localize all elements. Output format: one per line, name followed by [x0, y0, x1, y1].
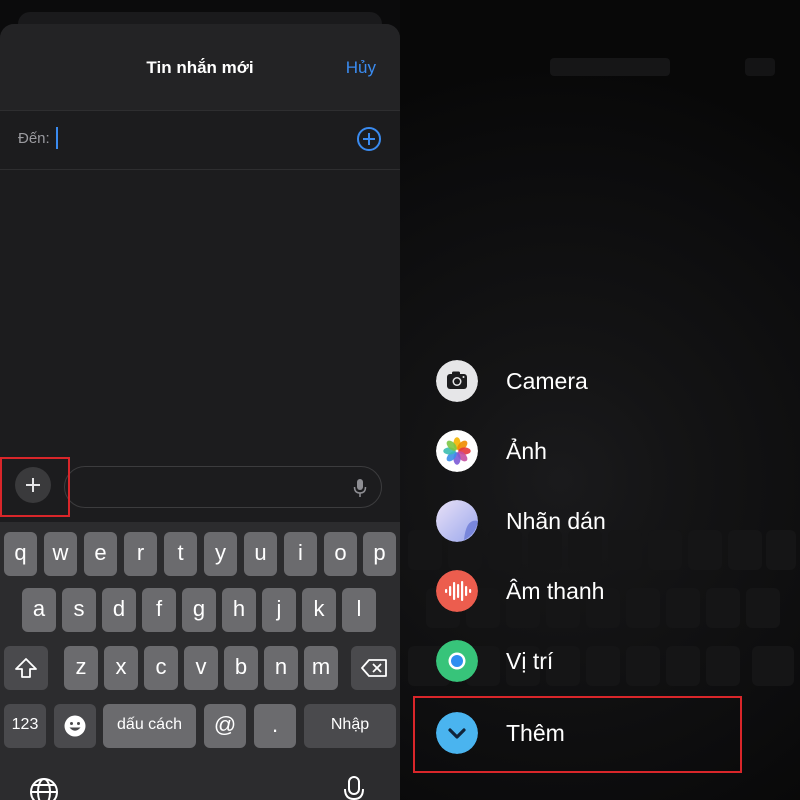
key-g[interactable]: g	[182, 588, 216, 632]
key-a[interactable]: a	[22, 588, 56, 632]
key-p[interactable]: p	[363, 532, 396, 576]
key-d[interactable]: d	[102, 588, 136, 632]
delete-key[interactable]	[351, 646, 396, 690]
key-v[interactable]: v	[184, 646, 218, 690]
recipient-input[interactable]	[56, 127, 58, 149]
shift-key[interactable]	[4, 646, 48, 690]
menu-label: Camera	[506, 368, 588, 394]
key-j[interactable]: j	[262, 588, 296, 632]
key-k[interactable]: k	[302, 588, 336, 632]
plus-button-highlight	[0, 457, 70, 517]
numbers-key[interactable]: 123	[4, 704, 46, 748]
sheet-header: Tin nhắn mới Hủy	[0, 24, 400, 110]
blurred-title	[550, 58, 670, 76]
key-w[interactable]: w	[44, 532, 77, 576]
recipient-row: Đến:	[0, 110, 400, 170]
mic-icon[interactable]	[353, 478, 367, 498]
key-t[interactable]: t	[164, 532, 197, 576]
key-m[interactable]: m	[304, 646, 338, 690]
audio-icon	[436, 570, 478, 612]
key-c[interactable]: c	[144, 646, 178, 690]
new-message-screen: Tin nhắn mới Hủy Đến: q w e r t y u i o …	[0, 0, 400, 800]
key-n[interactable]: n	[264, 646, 298, 690]
shift-icon	[15, 658, 37, 678]
key-h[interactable]: h	[222, 588, 256, 632]
recipient-label: Đến:	[18, 130, 50, 147]
key-z[interactable]: z	[64, 646, 98, 690]
emoji-key[interactable]	[54, 704, 96, 748]
photos-icon	[436, 430, 478, 472]
backspace-icon	[360, 659, 387, 677]
menu-item-location[interactable]: Vị trí	[436, 638, 756, 694]
camera-icon	[436, 360, 478, 402]
dot-key[interactable]: .	[254, 704, 296, 748]
blurred-cancel	[745, 58, 775, 76]
stickers-icon	[436, 500, 478, 542]
page-title: Tin nhắn mới	[146, 58, 254, 77]
space-key[interactable]: dấu cách	[103, 704, 196, 748]
attachment-menu-screen: Camera Ảnh Nhãn dán Âm thanh Vị trí Thêm	[400, 0, 800, 800]
cancel-button[interactable]: Hủy	[346, 58, 376, 78]
menu-label: Vị trí	[506, 648, 554, 674]
return-key[interactable]: Nhập	[304, 704, 396, 748]
menu-label: Nhãn dán	[506, 508, 606, 534]
blurred-key	[766, 530, 796, 570]
menu-label: Âm thanh	[506, 578, 605, 604]
globe-icon[interactable]	[28, 776, 60, 800]
key-u[interactable]: u	[244, 532, 277, 576]
key-e[interactable]: e	[84, 532, 117, 576]
key-q[interactable]: q	[4, 532, 37, 576]
key-r[interactable]: r	[124, 532, 157, 576]
more-item-highlight	[413, 696, 742, 773]
key-i[interactable]: i	[284, 532, 317, 576]
menu-item-stickers[interactable]: Nhãn dán	[436, 498, 756, 554]
key-y[interactable]: y	[204, 532, 237, 576]
key-x[interactable]: x	[104, 646, 138, 690]
at-key[interactable]: @	[204, 704, 246, 748]
key-l[interactable]: l	[342, 588, 376, 632]
key-o[interactable]: o	[324, 532, 357, 576]
menu-item-camera[interactable]: Camera	[436, 358, 756, 414]
keyboard: q w e r t y u i o p a s d f g h j k l z …	[0, 522, 400, 800]
message-input[interactable]	[64, 466, 382, 508]
key-s[interactable]: s	[62, 588, 96, 632]
menu-item-audio[interactable]: Âm thanh	[436, 568, 756, 624]
add-contact-icon[interactable]	[357, 127, 381, 151]
menu-label: Ảnh	[506, 438, 547, 464]
dictation-mic-icon[interactable]	[343, 776, 365, 800]
emoji-icon	[64, 715, 86, 737]
key-f[interactable]: f	[142, 588, 176, 632]
menu-item-photos[interactable]: Ảnh	[436, 428, 756, 484]
key-b[interactable]: b	[224, 646, 258, 690]
blurred-key	[752, 646, 794, 686]
location-icon	[436, 640, 478, 682]
